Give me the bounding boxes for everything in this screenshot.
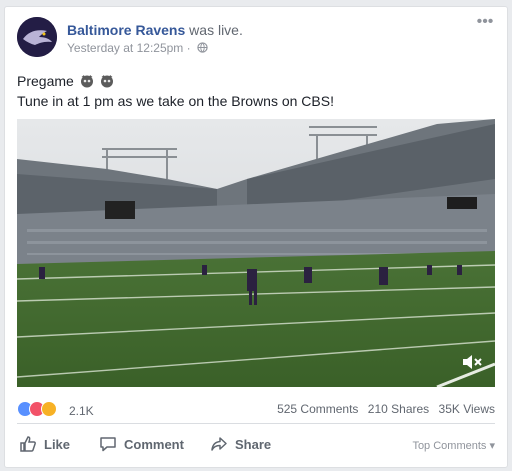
mute-icon[interactable] bbox=[461, 353, 483, 371]
like-button[interactable]: Like bbox=[19, 433, 70, 455]
wow-reaction-icon bbox=[41, 401, 57, 417]
share-button[interactable]: Share bbox=[210, 433, 271, 455]
post-message: Pregame Tune in at 1 pm as we take on th… bbox=[17, 71, 495, 111]
engagement-counts: 525 Comments 210 Shares 35K Views bbox=[271, 402, 495, 416]
actions-divider bbox=[17, 423, 495, 424]
comment-button[interactable]: Comment bbox=[99, 433, 184, 455]
post-meta: Yesterday at 12:25pm · bbox=[67, 41, 208, 55]
stadium-video-frame bbox=[17, 119, 495, 387]
live-status: was live. bbox=[189, 22, 243, 38]
page-name-link[interactable]: Baltimore Ravens bbox=[67, 22, 185, 38]
post-line-1: Pregame bbox=[17, 71, 495, 91]
comments-count[interactable]: 525 Comments bbox=[277, 402, 358, 416]
page-name-line: Baltimore Ravens was live. bbox=[67, 22, 243, 38]
share-icon bbox=[211, 437, 227, 451]
like-label: Like bbox=[44, 436, 71, 452]
post-line-1-text: Pregame bbox=[17, 73, 74, 89]
post-actions: Like Comment Share Top Comments ▾ bbox=[17, 429, 495, 459]
top-comments-dropdown[interactable]: Top Comments ▾ bbox=[412, 439, 495, 452]
ravens-logo-icon bbox=[17, 17, 57, 57]
post-header: Baltimore Ravens was live. Yesterday at … bbox=[17, 14, 497, 65]
post-line-2: Tune in at 1 pm as we take on the Browns… bbox=[17, 93, 334, 109]
post-stats: 2.1K 525 Comments 210 Shares 35K Views bbox=[17, 399, 495, 419]
post-timestamp[interactable]: Yesterday at 12:25pm bbox=[67, 41, 183, 55]
ravens-emoji-icon bbox=[80, 75, 93, 88]
ravens-emoji-icon bbox=[100, 75, 113, 88]
comment-label: Comment bbox=[124, 436, 184, 452]
like-icon bbox=[20, 436, 36, 452]
reactions-count[interactable]: 2.1K bbox=[69, 404, 94, 418]
post-card: Baltimore Ravens was live. Yesterday at … bbox=[4, 6, 508, 468]
live-video-player[interactable] bbox=[17, 119, 495, 387]
globe-icon[interactable] bbox=[197, 42, 208, 53]
comment-icon bbox=[100, 437, 116, 452]
share-label: Share bbox=[235, 436, 272, 452]
meta-separator: · bbox=[186, 41, 191, 55]
shares-count[interactable]: 210 Shares bbox=[368, 402, 429, 416]
views-count: 35K Views bbox=[438, 402, 495, 416]
avatar[interactable] bbox=[17, 17, 57, 57]
post-options-button[interactable]: ••• bbox=[475, 14, 495, 31]
